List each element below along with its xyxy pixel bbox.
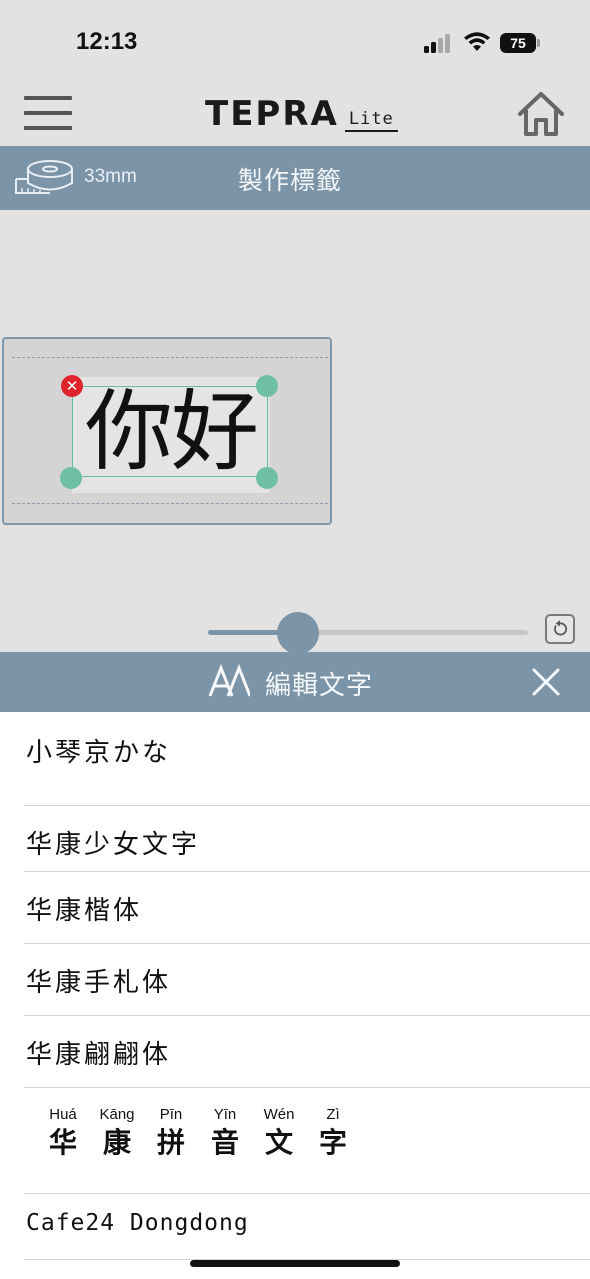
font-list: 小琴京かな 华康少女文字 华康楷体 华康手札体 华康翩翩体 Huá 华 Kāng 康…: [0, 712, 590, 1279]
close-icon[interactable]: [530, 666, 562, 698]
font-icon: [208, 664, 250, 697]
status-bar: 12:13 75: [0, 0, 590, 80]
page-title: 製作標籤: [238, 166, 343, 195]
panel-title: 編輯文字: [265, 671, 374, 701]
menu-icon[interactable]: [24, 96, 72, 130]
cellular-signal-icon: [424, 33, 452, 53]
delete-object-icon[interactable]: ✕: [61, 375, 83, 397]
tape-cartridge-icon[interactable]: [14, 158, 76, 198]
pinyin-char: Pīn 拼: [144, 1106, 198, 1161]
pinyin-han: 音: [210, 1126, 239, 1159]
edit-text-panel-header: 編輯文字: [0, 652, 590, 712]
app-header: TEPRA Lite: [0, 80, 590, 146]
tape-width-label[interactable]: 33mm: [84, 166, 137, 188]
bottom-guide-line: [12, 503, 328, 504]
wifi-icon: [464, 32, 490, 51]
label-canvas: 你好 ✕: [0, 210, 590, 654]
font-item[interactable]: Cafe24 Dongdong: [24, 1194, 590, 1260]
resize-handle-bottom-left[interactable]: [60, 467, 82, 489]
font-item[interactable]: 华康少女文字: [24, 806, 590, 872]
font-name: 华康翩翩体: [26, 1040, 172, 1070]
home-indicator[interactable]: [190, 1260, 400, 1267]
font-item-pinyin[interactable]: Huá 华 Kāng 康 Pīn 拼 Yīn 音 Wén 文 Zì 字: [24, 1088, 590, 1194]
reset-icon[interactable]: [545, 614, 575, 644]
app-logo: TEPRA Lite: [205, 94, 398, 134]
pinyin-han: 字: [318, 1126, 347, 1159]
pinyin-char: Huá 华: [36, 1106, 90, 1161]
label-toolbar: 33mm 製作標籤: [0, 146, 590, 210]
label-text[interactable]: 你好: [66, 377, 276, 487]
font-name: 华康手札体: [26, 968, 172, 998]
pinyin-han: 拼: [156, 1126, 185, 1159]
pinyin-char: Zì 字: [306, 1106, 360, 1161]
pinyin-han: 文: [264, 1126, 293, 1159]
pinyin-char: Yīn 音: [198, 1106, 252, 1161]
font-item[interactable]: 华康手札体: [24, 944, 590, 1016]
status-time: 12:13: [76, 28, 138, 55]
resize-handle-top-right[interactable]: [256, 375, 278, 397]
resize-handle-bottom-right[interactable]: [256, 467, 278, 489]
font-name: 小琴京かな: [26, 738, 172, 768]
font-name: Cafe24 Dongdong: [26, 1210, 249, 1236]
font-name: 华康楷体: [26, 896, 143, 926]
battery-cap: [537, 39, 540, 47]
logo-sub-text: Lite: [344, 109, 398, 132]
size-slider[interactable]: [208, 612, 528, 654]
pinyin-sample: Huá 华 Kāng 康 Pīn 拼 Yīn 音 Wén 文 Zì 字: [36, 1106, 360, 1161]
slider-thumb[interactable]: [276, 612, 319, 654]
pinyin-char: Wén 文: [252, 1106, 306, 1161]
pinyin-han: 康: [102, 1126, 131, 1159]
font-item[interactable]: 华康翩翩体: [24, 1016, 590, 1088]
label-preview[interactable]: 你好 ✕: [2, 337, 332, 525]
font-item[interactable]: 华康楷体: [24, 872, 590, 944]
top-guide-line: [12, 357, 328, 358]
font-item[interactable]: 小琴京かな: [24, 712, 590, 806]
battery-indicator: 75: [500, 33, 536, 53]
logo-main-text: TEPRA: [205, 94, 339, 134]
font-name: 华康少女文字: [26, 830, 201, 860]
home-icon[interactable]: [516, 90, 566, 138]
pinyin-char: Kāng 康: [90, 1106, 144, 1161]
pinyin-han: 华: [48, 1126, 77, 1159]
